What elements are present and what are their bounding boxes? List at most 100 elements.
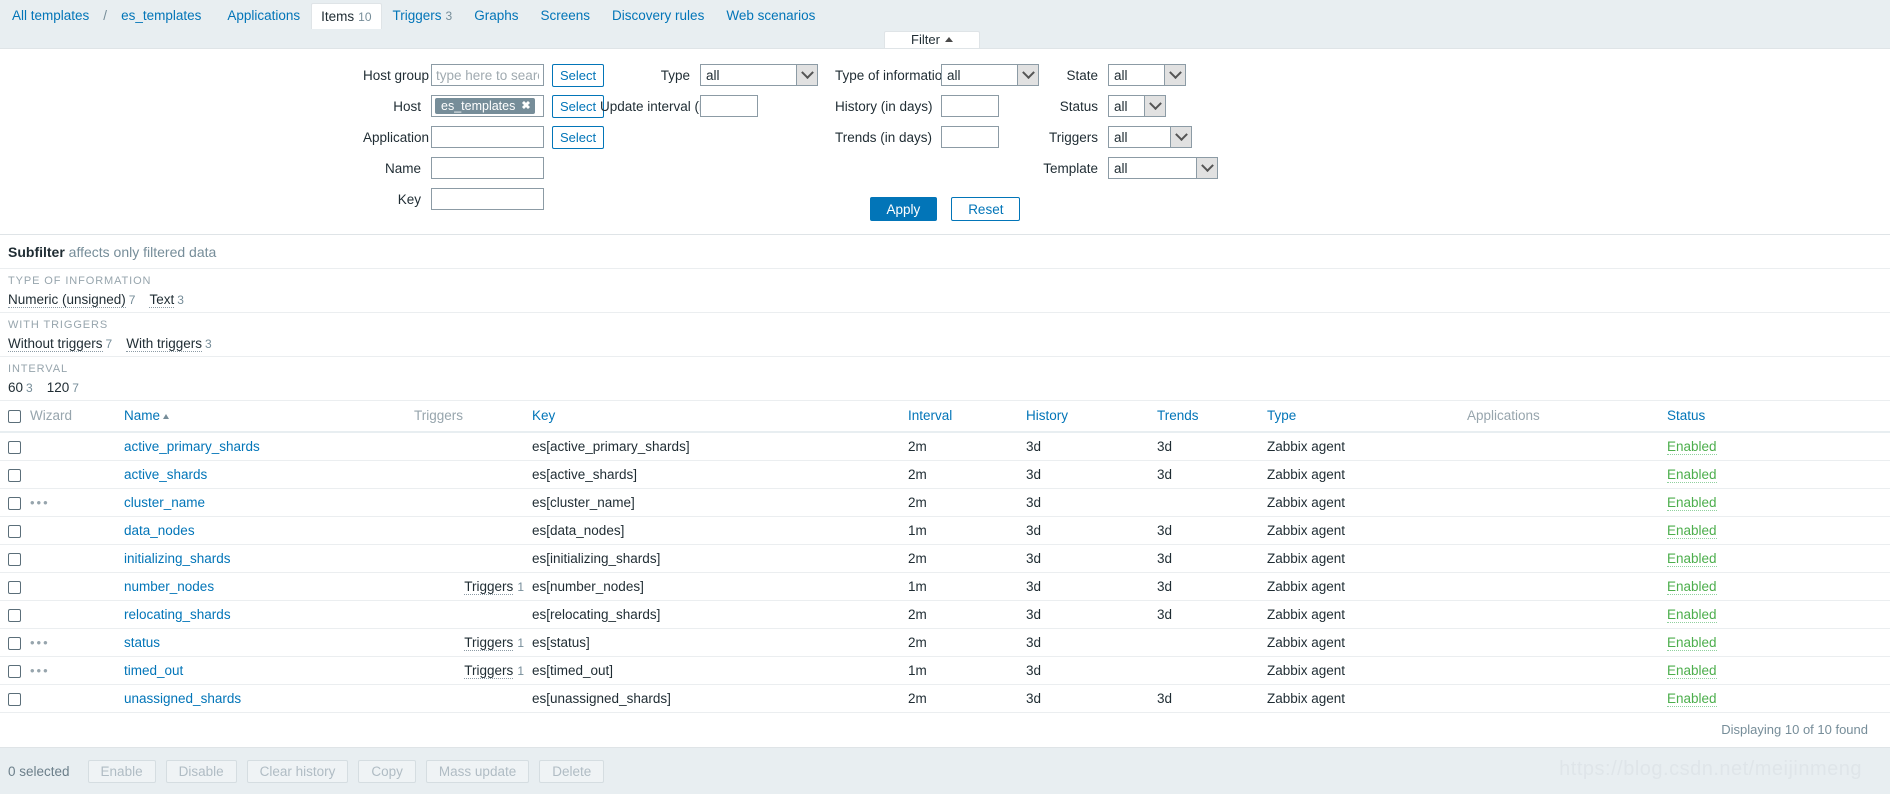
subfilter-link-without-triggers[interactable]: Without triggers — [8, 336, 103, 352]
row-checkbox[interactable] — [8, 440, 21, 454]
tab-discovery-rules[interactable]: Discovery rules — [601, 0, 715, 31]
subfilter-count: 3 — [26, 381, 33, 395]
row-checkbox[interactable] — [8, 580, 21, 594]
column-header-key-link[interactable]: Key — [532, 408, 555, 423]
item-name-link[interactable]: initializing_shards — [124, 551, 231, 566]
filter-field-history: History (in days) — [835, 91, 1039, 121]
application-input[interactable] — [431, 126, 544, 148]
filter-toggle-tab[interactable]: Filter — [884, 31, 980, 48]
row-status-cell: Enabled — [1663, 432, 1890, 461]
item-name-link[interactable]: active_primary_shards — [124, 439, 260, 454]
disable-button[interactable]: Disable — [165, 759, 237, 783]
host-group-select-button[interactable]: Select — [552, 63, 605, 87]
row-checkbox[interactable] — [8, 608, 21, 622]
item-name-link[interactable]: number_nodes — [124, 579, 214, 594]
item-name-link[interactable]: data_nodes — [124, 523, 195, 538]
column-header-history[interactable]: History — [1022, 401, 1153, 433]
item-status-link[interactable]: Enabled — [1667, 691, 1717, 707]
wizard-menu-icon[interactable]: ••• — [30, 663, 50, 678]
column-header-type[interactable]: Type — [1263, 401, 1463, 433]
row-checkbox[interactable] — [8, 468, 21, 482]
item-status-link[interactable]: Enabled — [1667, 495, 1717, 511]
item-status-link[interactable]: Enabled — [1667, 607, 1717, 623]
column-header-name-link[interactable]: Name — [124, 408, 160, 423]
apply-button[interactable]: Apply — [869, 197, 938, 221]
triggers-select[interactable]: all — [1108, 126, 1192, 148]
status-select[interactable]: all — [1108, 95, 1166, 117]
breadcrumb-all-templates[interactable]: All templates — [12, 0, 100, 31]
subfilter-link-numeric-unsigned[interactable]: Numeric (unsigned) — [8, 292, 126, 308]
column-header-interval[interactable]: Interval — [904, 401, 1022, 433]
item-name-link[interactable]: timed_out — [124, 663, 183, 678]
host-chip[interactable]: es_templates ✖ — [435, 98, 535, 114]
item-triggers-link[interactable]: Triggers — [464, 663, 514, 679]
item-name-link[interactable]: relocating_shards — [124, 607, 231, 622]
item-status-link[interactable]: Enabled — [1667, 439, 1717, 455]
delete-button[interactable]: Delete — [539, 759, 605, 783]
column-header-interval-link[interactable]: Interval — [908, 408, 952, 423]
item-name-link[interactable]: unassigned_shards — [124, 691, 241, 706]
template-select[interactable]: all — [1108, 157, 1218, 179]
wizard-menu-icon[interactable]: ••• — [30, 635, 50, 650]
row-key-cell: es[active_shards] — [528, 460, 904, 489]
clear-history-button[interactable]: Clear history — [246, 759, 349, 783]
row-key-cell: es[active_primary_shards] — [528, 432, 904, 461]
row-select-cell — [0, 516, 26, 545]
enable-button[interactable]: Enable — [87, 759, 156, 783]
row-select-cell — [0, 432, 26, 461]
tab-web-scenarios[interactable]: Web scenarios — [715, 0, 826, 31]
state-select[interactable]: all — [1108, 64, 1186, 86]
copy-button[interactable]: Copy — [358, 759, 416, 783]
item-name-link[interactable]: active_shards — [124, 467, 207, 482]
close-icon[interactable]: ✖ — [521, 98, 530, 114]
row-checkbox[interactable] — [8, 636, 21, 650]
row-checkbox[interactable] — [8, 664, 21, 678]
filter-actions: Apply Reset — [0, 197, 1890, 221]
mass-update-button[interactable]: Mass update — [425, 759, 530, 783]
column-header-trends-link[interactable]: Trends — [1157, 408, 1199, 423]
trends-input[interactable] — [941, 126, 999, 148]
column-header-name[interactable]: Name — [120, 401, 410, 433]
column-header-status[interactable]: Status — [1663, 401, 1890, 433]
wizard-menu-icon[interactable]: ••• — [30, 495, 50, 510]
host-select-button[interactable]: Select — [552, 94, 605, 118]
row-checkbox[interactable] — [8, 496, 21, 510]
update-interval-input[interactable] — [700, 95, 758, 117]
item-status-link[interactable]: Enabled — [1667, 551, 1717, 567]
name-input[interactable] — [431, 157, 544, 179]
breadcrumb-es-templates[interactable]: es_templates — [110, 0, 212, 31]
item-name-link[interactable]: status — [124, 635, 160, 650]
row-checkbox[interactable] — [8, 524, 21, 538]
history-input[interactable] — [941, 95, 999, 117]
column-header-status-link[interactable]: Status — [1667, 408, 1705, 423]
application-select-button[interactable]: Select — [552, 125, 605, 149]
item-status-link[interactable]: Enabled — [1667, 523, 1717, 539]
tab-applications[interactable]: Applications — [216, 0, 311, 31]
subfilter-link-text[interactable]: Text — [149, 292, 175, 308]
subfilter-link-with-triggers[interactable]: With triggers — [126, 336, 203, 352]
item-triggers-link[interactable]: Triggers — [464, 579, 514, 595]
tab-triggers[interactable]: Triggers 3 — [382, 0, 464, 32]
tab-items[interactable]: Items 10 — [311, 3, 382, 29]
host-multiselect[interactable]: es_templates ✖ — [431, 95, 544, 117]
column-header-trends[interactable]: Trends — [1153, 401, 1263, 433]
item-status-link[interactable]: Enabled — [1667, 467, 1717, 483]
column-header-history-link[interactable]: History — [1026, 408, 1068, 423]
tab-graphs[interactable]: Graphs — [463, 0, 529, 31]
type-select[interactable]: all — [700, 64, 818, 86]
host-group-input[interactable] — [431, 64, 544, 86]
column-header-type-link[interactable]: Type — [1267, 408, 1296, 423]
subfilter-count: 3 — [177, 293, 184, 307]
row-checkbox[interactable] — [8, 552, 21, 566]
item-status-link[interactable]: Enabled — [1667, 663, 1717, 679]
item-name-link[interactable]: cluster_name — [124, 495, 205, 510]
select-all-checkbox[interactable] — [8, 409, 21, 423]
item-status-link[interactable]: Enabled — [1667, 579, 1717, 595]
item-status-link[interactable]: Enabled — [1667, 635, 1717, 651]
column-header-key[interactable]: Key — [528, 401, 904, 433]
tab-screens[interactable]: Screens — [530, 0, 602, 31]
type-of-information-select[interactable]: all — [941, 64, 1039, 86]
item-triggers-link[interactable]: Triggers — [464, 635, 514, 651]
row-checkbox[interactable] — [8, 692, 21, 706]
reset-button[interactable]: Reset — [951, 197, 1021, 221]
